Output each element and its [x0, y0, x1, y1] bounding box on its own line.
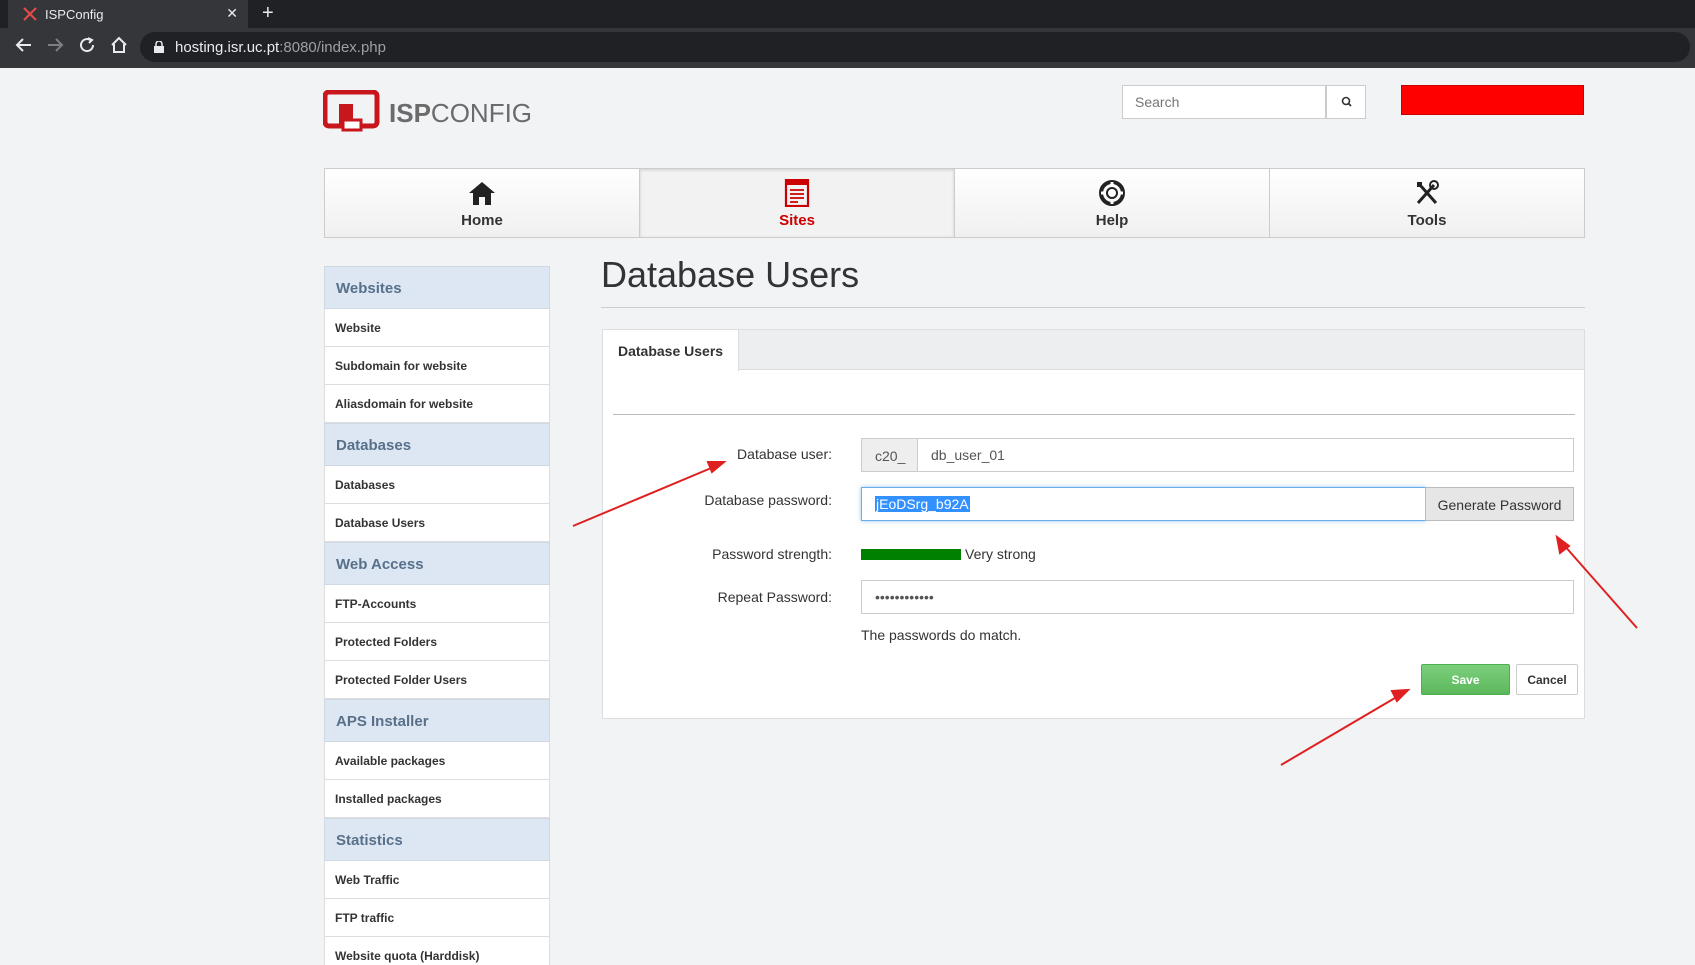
help-lifebuoy-icon	[1099, 180, 1125, 206]
nav-tools[interactable]: Tools	[1270, 169, 1584, 237]
browser-tab-bar: ISPConfig ✕ +	[0, 0, 1695, 28]
search-button[interactable]	[1326, 85, 1366, 119]
url-path: :8080/index.php	[279, 39, 386, 56]
sidebar-section-websites: Websites	[324, 266, 550, 309]
form-divider	[613, 414, 1575, 415]
sidebar-item-website[interactable]: Website	[324, 309, 550, 347]
db-password-label: Database password:	[704, 492, 832, 508]
back-arrow-icon[interactable]	[12, 36, 36, 59]
db-password-input[interactable]: jEoDSrg_b92A	[861, 487, 1426, 521]
save-button[interactable]: Save	[1421, 664, 1510, 695]
password-match-message: The passwords do match.	[861, 627, 1022, 643]
db-user-input[interactable]: db_user_01	[917, 438, 1574, 472]
generate-password-button[interactable]: Generate Password	[1425, 487, 1574, 521]
nav-tools-label: Tools	[1407, 212, 1447, 229]
sidebar-item-protected-folders[interactable]: Protected Folders	[324, 623, 550, 661]
sidebar-item-ftp-traffic[interactable]: FTP traffic	[324, 899, 550, 937]
new-tab-button[interactable]: +	[262, 2, 274, 25]
nav-home-label: Home	[461, 212, 503, 229]
sidebar-item-databases[interactable]: Databases	[324, 466, 550, 504]
password-strength-value: Very strong	[965, 546, 1036, 562]
password-strength-label: Password strength:	[712, 546, 832, 562]
browser-toolbar: hosting.isr.uc.pt:8080/index.php	[0, 28, 1695, 68]
sidebar-item-website-quota[interactable]: Website quota (Harddisk)	[324, 937, 550, 965]
ispconfig-favicon-icon	[22, 6, 38, 22]
logo-monitor-icon	[323, 90, 380, 132]
browser-tab[interactable]: ISPConfig ✕	[8, 0, 248, 28]
logo-thin-text: CONFIG	[430, 98, 533, 128]
page-title: Database Users	[601, 254, 860, 295]
reload-icon[interactable]	[75, 36, 99, 59]
title-divider	[601, 307, 1585, 308]
redacted-user-area	[1401, 85, 1584, 115]
repeat-password-input[interactable]: ••••••••••••	[861, 580, 1574, 614]
nav-sites-label: Sites	[779, 212, 815, 229]
ispconfig-logo[interactable]: ISPCONFIG	[323, 90, 533, 136]
address-bar[interactable]: hosting.isr.uc.pt:8080/index.php	[140, 32, 1690, 62]
password-strength-bar	[861, 549, 961, 560]
home-browser-icon[interactable]	[107, 36, 131, 59]
db-user-prefix: c20_	[861, 438, 918, 472]
nav-help[interactable]: Help	[955, 169, 1270, 237]
forward-arrow-icon[interactable]	[43, 36, 67, 59]
nav-help-label: Help	[1095, 212, 1129, 229]
sidebar-section-statistics: Statistics	[324, 818, 550, 861]
url-host: hosting.isr.uc.pt	[175, 39, 280, 56]
cancel-button[interactable]: Cancel	[1516, 664, 1578, 695]
sidebar-item-available-packages[interactable]: Available packages	[324, 742, 550, 780]
logo-bold-text: ISP	[389, 98, 431, 128]
form-panel: Database Users Database user: c20_ db_us…	[602, 329, 1585, 719]
db-user-label: Database user:	[737, 446, 832, 462]
sidebar-section-aps-installer: APS Installer	[324, 699, 550, 742]
sidebar: Websites Website Subdomain for website A…	[324, 266, 550, 965]
logo-wordmark: ISPCONFIG	[389, 98, 532, 129]
sidebar-item-aliasdomain[interactable]: Aliasdomain for website	[324, 385, 550, 423]
browser-tab-title: ISPConfig	[45, 7, 104, 22]
nav-home[interactable]: Home	[325, 169, 640, 237]
nav-sites[interactable]: Sites	[640, 169, 955, 237]
search-icon	[1341, 96, 1352, 107]
url-text: hosting.isr.uc.pt:8080/index.php	[175, 39, 386, 56]
tab-database-users[interactable]: Database Users	[603, 330, 739, 371]
home-icon	[469, 182, 495, 205]
lock-icon	[154, 40, 164, 53]
sidebar-item-installed-packages[interactable]: Installed packages	[324, 780, 550, 818]
sidebar-item-subdomain[interactable]: Subdomain for website	[324, 347, 550, 385]
search-input[interactable]	[1122, 85, 1326, 119]
tools-icon	[1416, 180, 1439, 204]
sidebar-item-database-users[interactable]: Database Users	[324, 504, 550, 542]
page-body: ISPCONFIG Home Sites Help Tools Websites…	[0, 68, 1695, 965]
close-tab-icon[interactable]: ✕	[226, 5, 238, 22]
repeat-password-label: Repeat Password:	[717, 589, 832, 605]
sidebar-section-databases: Databases	[324, 423, 550, 466]
panel-tab-bar: Database Users	[603, 330, 1584, 371]
db-password-value: jEoDSrg_b92A	[875, 496, 970, 512]
main-nav: Home Sites Help Tools	[324, 168, 1585, 238]
sidebar-item-web-traffic[interactable]: Web Traffic	[324, 861, 550, 899]
sidebar-item-protected-folder-users[interactable]: Protected Folder Users	[324, 661, 550, 699]
sites-icon	[784, 179, 810, 207]
sidebar-section-web-access: Web Access	[324, 542, 550, 585]
sidebar-item-ftp-accounts[interactable]: FTP-Accounts	[324, 585, 550, 623]
